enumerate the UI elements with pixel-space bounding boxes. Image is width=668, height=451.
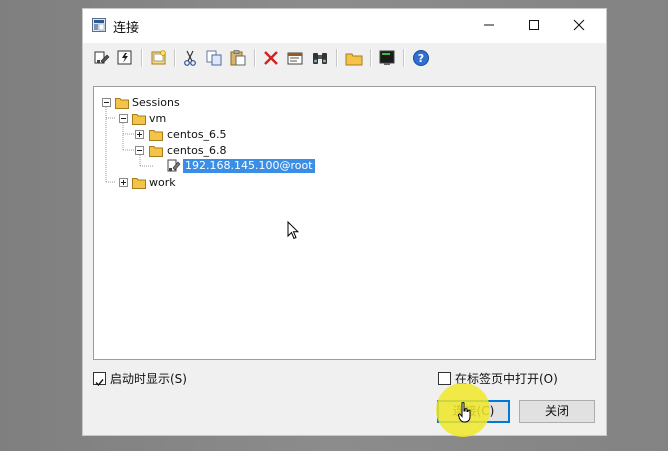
expand-icon[interactable] — [135, 130, 144, 139]
tree-node-work[interactable]: work — [149, 176, 176, 190]
close-button[interactable]: 关闭 — [519, 400, 595, 423]
minimize-button[interactable] — [466, 9, 512, 41]
toolbar: ? — [83, 43, 606, 73]
tree-node-vm[interactable]: vm — [149, 112, 166, 126]
app-icon — [92, 18, 106, 32]
folder-icon — [132, 178, 146, 189]
session-tree[interactable]: Sessions vm centos_6.5 centos_6.8 192.16… — [93, 86, 596, 360]
toolbar-separator — [403, 49, 405, 67]
session-icon — [167, 159, 181, 172]
collapse-icon[interactable] — [102, 98, 111, 107]
terminal-icon[interactable] — [378, 49, 396, 67]
toolbar-separator — [254, 49, 256, 67]
paste-icon[interactable] — [229, 49, 247, 67]
delete-icon[interactable] — [262, 49, 280, 67]
svg-text:?: ? — [418, 52, 424, 65]
tree-node-sessions[interactable]: Sessions — [132, 96, 180, 110]
toolbar-separator — [336, 49, 338, 67]
show-on-startup-label: 启动时显示(S) — [110, 372, 187, 386]
cut-icon[interactable] — [181, 49, 199, 67]
folder-icon — [149, 146, 163, 157]
tree-node-centos-6-5[interactable]: centos_6.5 — [167, 128, 227, 142]
find-icon[interactable] — [311, 49, 329, 67]
toolbar-separator — [174, 49, 176, 67]
folder-icon — [149, 130, 163, 141]
window-title: 连接 — [113, 21, 140, 36]
properties-icon[interactable] — [286, 49, 304, 67]
show-on-startup-checkbox[interactable] — [93, 372, 106, 387]
copy-icon[interactable] — [205, 49, 223, 67]
toolbar-separator — [141, 49, 143, 67]
mouse-pointer-icon — [287, 221, 299, 240]
quick-connect-icon[interactable] — [116, 49, 134, 67]
new-folder-icon[interactable] — [345, 49, 363, 67]
minimize-icon — [484, 24, 494, 26]
toolbar-separator — [370, 49, 372, 67]
connect-icon[interactable] — [93, 49, 111, 67]
maximize-icon — [529, 20, 539, 30]
collapse-icon[interactable] — [135, 146, 144, 155]
maximize-button[interactable] — [511, 9, 557, 41]
tree-node-session[interactable]: 192.168.145.100@root — [183, 159, 315, 173]
open-in-tab-checkbox[interactable] — [438, 372, 451, 385]
folder-icon — [115, 98, 129, 109]
folder-icon — [132, 114, 146, 125]
help-icon[interactable]: ? — [412, 49, 430, 67]
connect-button-label-overlay — [437, 400, 510, 423]
connect-dialog: 连接 ? Sessions vm centos_6.5 centos_6.8 1… — [82, 8, 607, 436]
collapse-icon[interactable] — [119, 114, 128, 123]
expand-icon[interactable] — [119, 178, 128, 187]
title-bar[interactable]: 连接 — [83, 9, 606, 43]
close-window-button[interactable] — [556, 9, 602, 41]
new-session-icon[interactable] — [150, 49, 168, 67]
close-icon — [573, 19, 585, 31]
checkmark-icon — [95, 379, 104, 387]
tree-node-centos-6-8[interactable]: centos_6.8 — [167, 144, 227, 158]
